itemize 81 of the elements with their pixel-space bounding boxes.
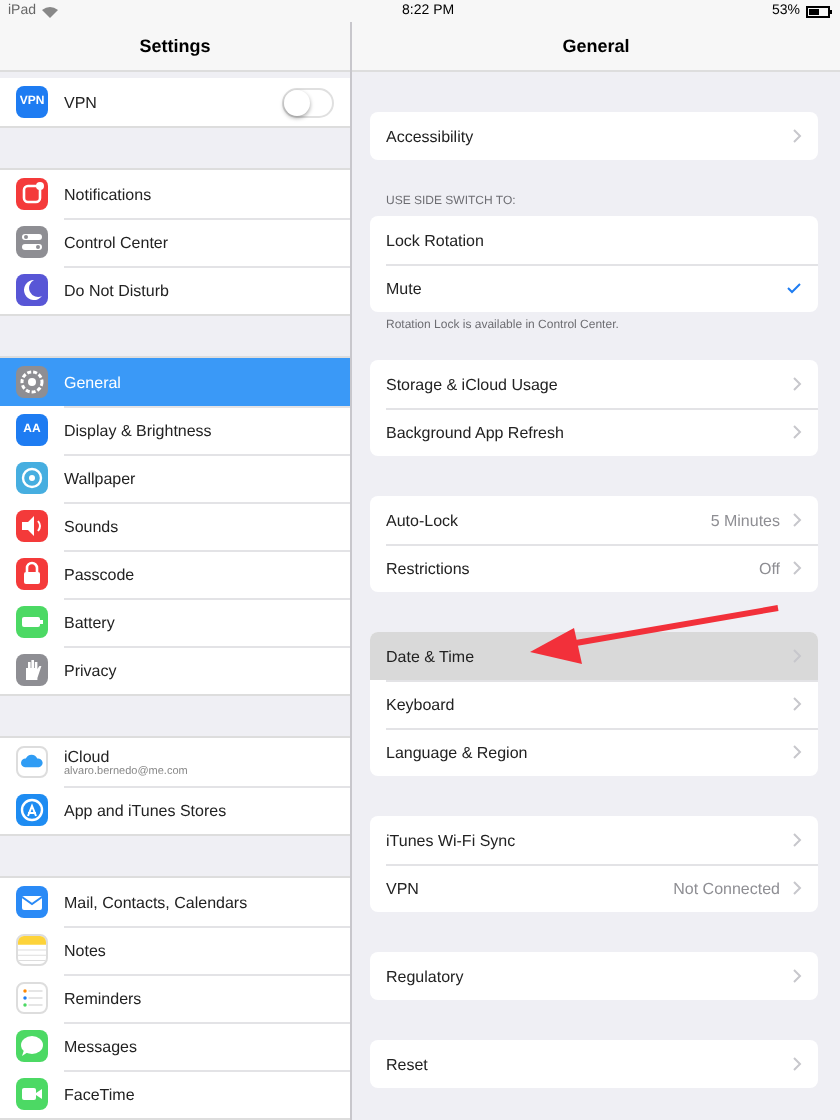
sidebar-item[interactable]: Wallpaper — [0, 454, 350, 502]
item-label: Sounds — [64, 518, 121, 536]
chevron-icon — [792, 832, 802, 848]
item-label: Battery — [64, 614, 117, 632]
chevron-icon — [792, 968, 802, 984]
settings-row[interactable]: Accessibility — [370, 112, 818, 160]
item-label: Reminders — [64, 990, 144, 1008]
sidebar-item[interactable]: Mail, Contacts, Calendars — [0, 878, 350, 926]
chevron-icon — [792, 880, 802, 896]
settings-row[interactable]: Language & Region — [370, 728, 818, 776]
chevron-icon — [792, 376, 802, 392]
envelope-icon — [16, 886, 48, 918]
chevron-icon — [792, 128, 802, 144]
battery-icon — [16, 606, 48, 638]
flower-icon — [16, 462, 48, 494]
settings-row[interactable]: Mute — [370, 264, 818, 312]
settings-row[interactable]: VPN Not Connected — [370, 864, 818, 912]
list-icon — [16, 982, 48, 1014]
item-label: App and iTunes Stores — [64, 802, 229, 820]
item-label: Control Center — [64, 234, 171, 252]
chevron-icon — [792, 744, 802, 760]
settings-icon — [16, 366, 48, 398]
chevron-icon — [792, 1056, 802, 1072]
settings-row[interactable]: Lock Rotation — [370, 216, 818, 264]
sidebar-item[interactable]: App and iTunes Stores — [0, 786, 350, 834]
sidebar-item[interactable]: Passcode — [0, 550, 350, 598]
speech-bubble-icon — [16, 1030, 48, 1062]
moon-icon — [16, 274, 48, 306]
cloud-icon — [16, 746, 48, 778]
settings-row[interactable]: iTunes Wi-Fi Sync — [370, 816, 818, 864]
item-label: VPN — [64, 93, 99, 111]
item-label: Notes — [64, 942, 108, 960]
toggle-switch[interactable] — [282, 87, 334, 117]
item-label: Passcode — [64, 566, 137, 584]
hand-icon — [16, 654, 48, 686]
sidebar-item[interactable]: Notifications — [0, 170, 350, 218]
sidebar-item[interactable]: Privacy — [0, 646, 350, 694]
speaker-icon — [16, 510, 48, 542]
lock-icon — [16, 558, 48, 590]
settings-row[interactable]: Reset — [370, 1040, 818, 1088]
chevron-icon — [792, 512, 802, 528]
battery-icon — [806, 5, 832, 17]
item-label: Display & Brightness — [64, 422, 214, 440]
item-label: Do Not Disturb — [64, 282, 171, 300]
notifications-icon — [16, 178, 48, 210]
settings-row[interactable]: Storage & iCloud Usage — [370, 360, 818, 408]
row-value: 5 Minutes — [710, 511, 780, 529]
chevron-icon — [792, 424, 802, 440]
sidebar-title: Settings — [139, 36, 211, 56]
sidebar-item[interactable]: Do Not Disturb — [0, 266, 350, 314]
page-title: General — [562, 36, 630, 56]
app-store-icon — [16, 794, 48, 826]
item-label: Messages — [64, 1038, 139, 1056]
item-label: iCloud — [64, 747, 112, 765]
sidebar-item[interactable]: Battery — [0, 598, 350, 646]
item-label: Wallpaper — [64, 470, 138, 488]
item-label: Notifications — [64, 185, 154, 203]
sidebar-item[interactable]: Sounds — [0, 502, 350, 550]
row-value: Off — [758, 559, 780, 577]
sidebar-item[interactable]: Reminders — [0, 974, 350, 1022]
notepad-icon — [16, 934, 48, 966]
sidebar-item[interactable]: Control Center — [0, 218, 350, 266]
item-label: General — [64, 373, 123, 391]
settings-row[interactable]: Auto-Lock 5 Minutes — [370, 496, 818, 544]
sidebar-item[interactable]: FaceTime — [0, 1070, 350, 1118]
settings-row[interactable]: Date & Time — [370, 632, 818, 680]
item-label: Mail, Contacts, Calendars — [64, 893, 250, 911]
row-value: Not Connected — [673, 879, 780, 897]
toggles-icon — [16, 226, 48, 258]
chevron-icon — [792, 696, 802, 712]
settings-row[interactable]: Regulatory — [370, 952, 818, 1000]
settings-row[interactable]: Keyboard — [370, 680, 818, 728]
settings-row[interactable]: Background App Refresh — [370, 408, 818, 456]
chevron-icon — [792, 560, 802, 576]
video-camera-icon — [16, 1078, 48, 1110]
wifi-icon — [42, 5, 59, 17]
item-label: Privacy — [64, 662, 119, 680]
settings-row[interactable]: Restrictions Off — [370, 544, 818, 592]
sidebar-item[interactable]: Notes — [0, 926, 350, 974]
item-label: FaceTime — [64, 1086, 137, 1104]
sidebar-item[interactable]: Messages — [0, 1022, 350, 1070]
